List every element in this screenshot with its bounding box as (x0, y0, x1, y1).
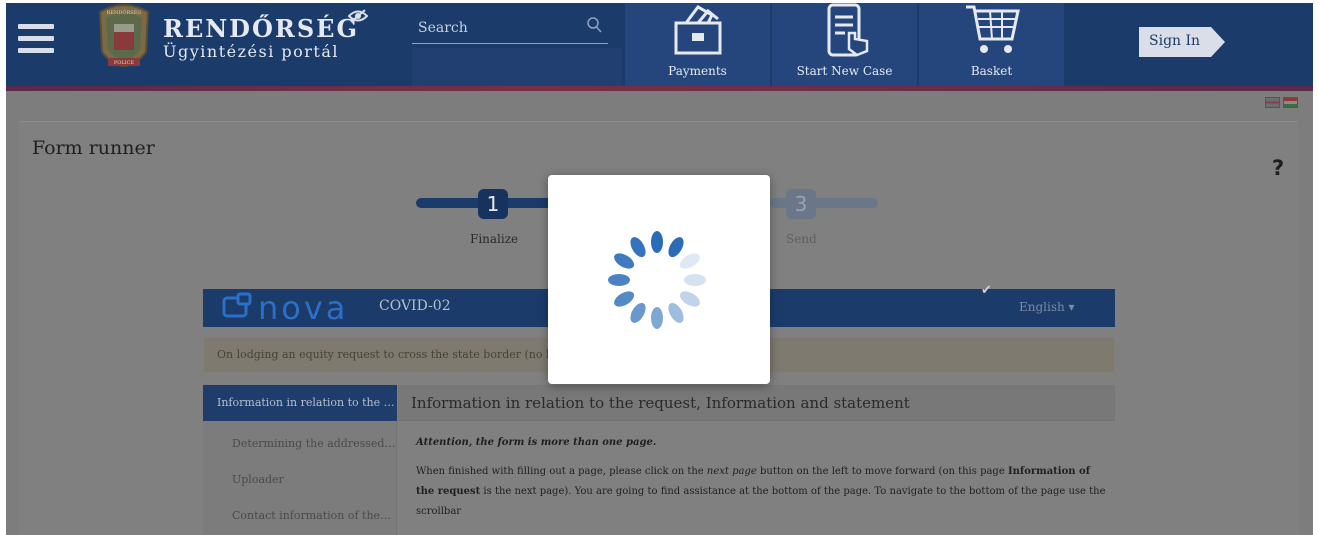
notice-text: On lodging an equity request to cross th… (217, 348, 590, 361)
step-1-label: Finalize (470, 232, 519, 246)
language-dropdown[interactable]: English ▾ (1019, 300, 1075, 314)
left-nav-item[interactable]: Determining the addressed… (232, 437, 395, 450)
nav-payments-label: Payments (668, 64, 727, 78)
spinner-petal (651, 307, 663, 329)
brand-title: RENDŐRSÉG (163, 14, 359, 43)
nova-logo: nova (222, 292, 348, 324)
shopping-cart-icon (965, 5, 1020, 53)
help-icon[interactable]: ? (1272, 156, 1284, 180)
spinner-petal (684, 274, 706, 286)
uk-flag-icon[interactable] (1265, 97, 1280, 108)
sign-in-button[interactable]: Sign In (1139, 27, 1225, 57)
instruction-paragraph: When finished with filling out a page, p… (416, 466, 1106, 517)
section-heading-bar: Information in relation to the request, … (398, 385, 1115, 421)
nav-start-new-case-label: Start New Case (796, 64, 893, 78)
page-title: Form runner (32, 137, 155, 159)
header-decor-panel (412, 48, 622, 86)
sign-in-label: Sign In (1149, 33, 1201, 49)
language-flags (1265, 97, 1299, 109)
spinner-petal (679, 291, 700, 307)
spinner-petal (651, 231, 663, 253)
spinner-petal (614, 253, 635, 269)
spinner-petal (608, 274, 630, 286)
loading-spinner-icon (608, 231, 706, 329)
spinner-petal (630, 302, 646, 323)
eye-slash-icon[interactable] (347, 8, 369, 27)
left-nav-item[interactable]: Contact information of the… (232, 509, 391, 522)
spinner-petal (668, 237, 684, 258)
spinner-petal (668, 302, 684, 323)
spinner-petal (679, 253, 700, 269)
step-3-number[interactable]: 3 (786, 189, 816, 219)
nav-payments[interactable]: Payments (625, 3, 770, 86)
police-badge-logo[interactable]: RENDŐRSÉG POLICE (96, 2, 152, 80)
nova-logo-text: nova (258, 292, 348, 324)
logo-text-top: RENDŐRSÉG (107, 8, 142, 16)
left-nav-item[interactable]: Uploader (232, 473, 284, 486)
search-icon[interactable] (586, 16, 602, 34)
nav-start-new-case[interactable]: Start New Case (772, 3, 917, 86)
spinner-petal (614, 291, 635, 307)
section-heading: Information in relation to the request, … (411, 394, 910, 412)
check-icon: ✔ (981, 283, 992, 298)
logo-text-bottom: POLICE (114, 60, 135, 66)
tablet-touch-icon (827, 3, 868, 57)
hamburger-menu-icon[interactable] (18, 24, 54, 58)
nav-basket[interactable]: Basket (919, 3, 1064, 86)
form-code: COVID-02 (379, 298, 451, 314)
wallet-icon (674, 5, 721, 55)
spinner-petal (630, 237, 646, 258)
nav-basket-label: Basket (970, 64, 1013, 78)
left-nav-item-label: Information in relation to the … (217, 396, 395, 409)
step-1-number[interactable]: 1 (478, 189, 508, 219)
left-nav-item-active[interactable]: Information in relation to the … (203, 385, 397, 421)
step-3-label: Send (786, 232, 817, 246)
attention-text: Attention, the form is more than one pag… (416, 437, 657, 448)
search-input[interactable] (418, 18, 578, 38)
hu-flag-icon[interactable] (1283, 97, 1298, 108)
brand-subtitle: Ügyintézési portál (163, 42, 340, 61)
search-box (412, 12, 608, 44)
